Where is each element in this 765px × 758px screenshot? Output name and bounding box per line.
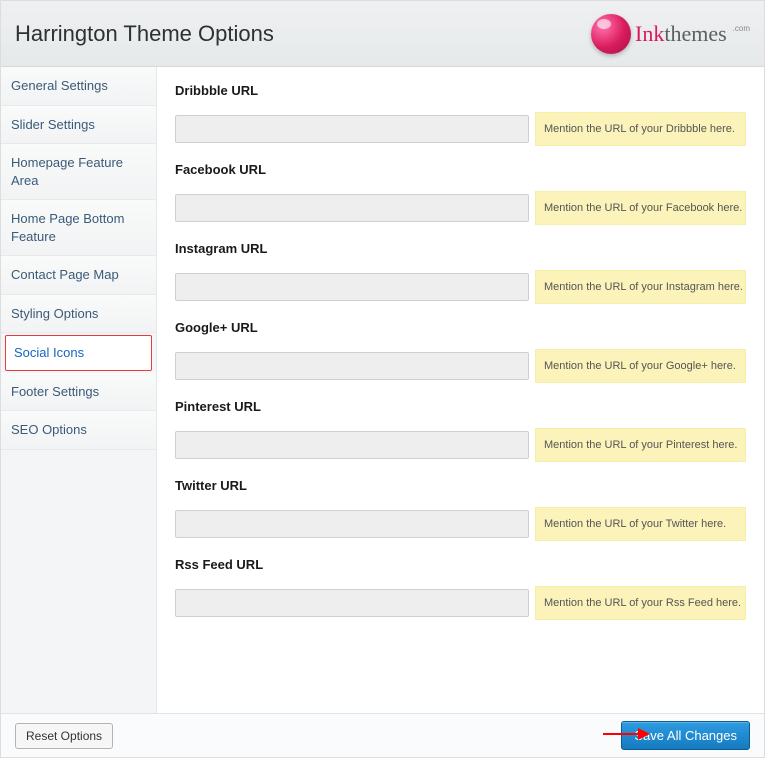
reset-options-button[interactable]: Reset Options bbox=[15, 723, 113, 749]
sidebar-item-seo-options[interactable]: SEO Options bbox=[1, 411, 156, 450]
theme-options-window: Harrington Theme Options Inkthemes .com … bbox=[0, 0, 765, 758]
field-hint: Mention the URL of your Facebook here. bbox=[535, 191, 746, 225]
field-label: Twitter URL bbox=[175, 478, 746, 493]
field-hint: Mention the URL of your Pinterest here. bbox=[535, 428, 746, 462]
logo-text-themes: themes bbox=[664, 21, 726, 46]
rss-url-input[interactable] bbox=[175, 589, 529, 617]
field-label: Instagram URL bbox=[175, 241, 746, 256]
field-facebook: Facebook URL Mention the URL of your Fac… bbox=[175, 162, 746, 225]
field-label: Facebook URL bbox=[175, 162, 746, 177]
sidebar-item-slider-settings[interactable]: Slider Settings bbox=[1, 106, 156, 145]
field-dribbble: Dribbble URL Mention the URL of your Dri… bbox=[175, 83, 746, 146]
body: General Settings Slider Settings Homepag… bbox=[1, 67, 764, 713]
sidebar-item-home-page-bottom-feature[interactable]: Home Page Bottom Feature bbox=[1, 200, 156, 256]
field-label: Rss Feed URL bbox=[175, 557, 746, 572]
dribbble-url-input[interactable] bbox=[175, 115, 529, 143]
field-rss: Rss Feed URL Mention the URL of your Rss… bbox=[175, 557, 746, 620]
sidebar-item-homepage-feature-area[interactable]: Homepage Feature Area bbox=[1, 144, 156, 200]
sidebar-item-footer-settings[interactable]: Footer Settings bbox=[1, 373, 156, 412]
facebook-url-input[interactable] bbox=[175, 194, 529, 222]
sidebar-item-social-icons[interactable]: Social Icons bbox=[5, 335, 152, 371]
sidebar: General Settings Slider Settings Homepag… bbox=[1, 67, 157, 713]
logo-text-com: .com bbox=[733, 24, 750, 33]
page-title: Harrington Theme Options bbox=[15, 21, 274, 47]
footer: Reset Options Save All Changes bbox=[1, 713, 764, 757]
sidebar-item-contact-page-map[interactable]: Contact Page Map bbox=[1, 256, 156, 295]
logo-ball-icon bbox=[591, 14, 631, 54]
sidebar-item-styling-options[interactable]: Styling Options bbox=[1, 295, 156, 334]
field-hint: Mention the URL of your Google+ here. bbox=[535, 349, 746, 383]
field-hint: Mention the URL of your Twitter here. bbox=[535, 507, 746, 541]
inkthemes-logo: Inkthemes .com bbox=[591, 14, 750, 54]
main-panel: Dribbble URL Mention the URL of your Dri… bbox=[157, 67, 764, 713]
field-hint: Mention the URL of your Dribbble here. bbox=[535, 112, 746, 146]
field-label: Pinterest URL bbox=[175, 399, 746, 414]
sidebar-item-general-settings[interactable]: General Settings bbox=[1, 67, 156, 106]
field-googleplus: Google+ URL Mention the URL of your Goog… bbox=[175, 320, 746, 383]
instagram-url-input[interactable] bbox=[175, 273, 529, 301]
field-twitter: Twitter URL Mention the URL of your Twit… bbox=[175, 478, 746, 541]
save-all-changes-button[interactable]: Save All Changes bbox=[621, 721, 750, 750]
pinterest-url-input[interactable] bbox=[175, 431, 529, 459]
field-instagram: Instagram URL Mention the URL of your In… bbox=[175, 241, 746, 304]
field-label: Google+ URL bbox=[175, 320, 746, 335]
field-hint: Mention the URL of your Instagram here. bbox=[535, 270, 746, 304]
header: Harrington Theme Options Inkthemes .com bbox=[1, 1, 764, 67]
field-label: Dribbble URL bbox=[175, 83, 746, 98]
field-hint: Mention the URL of your Rss Feed here. bbox=[535, 586, 746, 620]
field-pinterest: Pinterest URL Mention the URL of your Pi… bbox=[175, 399, 746, 462]
googleplus-url-input[interactable] bbox=[175, 352, 529, 380]
logo-text-ink: Ink bbox=[635, 21, 664, 46]
twitter-url-input[interactable] bbox=[175, 510, 529, 538]
